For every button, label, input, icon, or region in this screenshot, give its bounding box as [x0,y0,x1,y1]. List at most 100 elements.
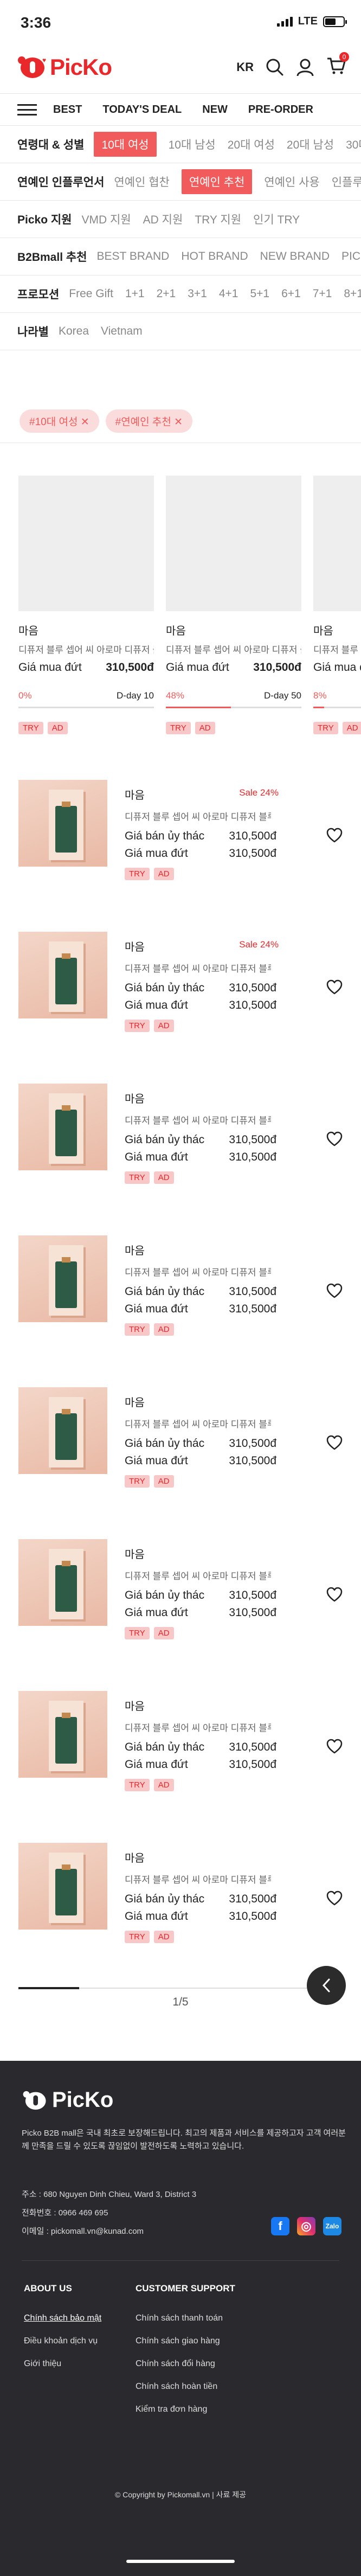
badge-ad: AD [153,1323,174,1336]
logo-text: PicKo [50,54,112,80]
product-thumbnail [18,780,107,867]
filter-option[interactable]: Free Gift [69,287,113,300]
filter-option[interactable]: 연예인 협찬 [114,174,169,190]
progress-percent: 0% [18,690,32,701]
product-row[interactable]: 마음 디퓨저 블루 셉어 씨 아로마 디퓨저 블루... Giá bán ủy th… [0,1833,361,1985]
menu-icon[interactable] [17,101,37,119]
bottle-shape [55,1413,77,1460]
featured-card[interactable]: 마음디퓨저 블루 셉어 씨 아로마 디퓨저 블루Giá mua đứt310,5… [313,476,361,734]
filter-option[interactable]: 인기 TRY [253,211,300,227]
badge-ad: AD [153,1931,174,1943]
footer-link[interactable]: Chính sách giao hàng [136,2336,235,2346]
filter-option[interactable]: 8+1 [344,287,361,300]
footer-link[interactable]: Chính sách hoàn tiền [136,2382,235,2392]
filter-option[interactable]: 2+1 [157,287,176,300]
filter-option[interactable]: 인플루 [332,174,361,190]
footer-link[interactable]: Kiểm tra đơn hàng [136,2405,235,2414]
instagram-icon[interactable]: ◎ [297,2217,315,2235]
selected-tag[interactable]: #10대 여성 ✕ [20,409,99,433]
filter-option[interactable]: PICKO [341,250,361,263]
nav-item-new[interactable]: NEW [202,104,228,116]
product-brand: 마음 [125,1853,145,1864]
footer-link[interactable]: Chính sách đổi hàng [136,2359,235,2369]
footer-link[interactable]: Chính sách bảo mật [24,2314,101,2323]
filter-option[interactable]: 10대 남성 [169,136,216,152]
cart-button[interactable]: 0 [326,52,349,78]
product-row[interactable]: 마음 디퓨저 블루 셉어 씨 아로마 디퓨저 블루... Giá bán ủy th… [0,1226,361,1377]
footer-link[interactable]: Điều khoản dịch vụ [24,2336,101,2346]
selected-tag[interactable]: #연예인 추천 ✕ [105,409,193,433]
facebook-icon[interactable]: f [271,2217,289,2235]
featured-carousel[interactable]: 마음디퓨저 블루 셉어 씨 아로마 디퓨저 블루 Giá mua đứt 310,5… [0,476,361,741]
filter-option[interactable]: 30대 [346,136,361,152]
product-row[interactable]: 마음 디퓨저 블루 셉어 씨 아로마 디퓨저 블루... Giá bán ủy th… [0,1377,361,1529]
heart-icon[interactable] [326,979,343,995]
price-value: 310,500đ [229,1589,276,1601]
filter-label: 연령대 & 성별 [17,139,85,151]
progress: 48% D-day 50 [166,690,301,708]
filter-option[interactable]: HOT BRAND [181,250,248,263]
footer-contact: 주소 : 680 Nguyen Dinh Chieu, Ward 3, Dist… [22,2186,196,2241]
filter-option[interactable]: NEW BRAND [260,250,330,263]
logo[interactable]: ♥ PicKo [16,54,112,80]
filter-option[interactable]: 연예인 사용 [264,174,319,190]
user-icon[interactable] [296,58,314,76]
filter-option[interactable]: VMD 지원 [82,211,131,227]
search-icon[interactable] [266,58,284,76]
badge-ad: AD [153,1171,174,1184]
filter-option[interactable]: 20대 여성 [228,136,275,152]
filter-option[interactable]: 7+1 [313,287,332,300]
nav-item-todays-deal[interactable]: TODAY'S DEAL [102,104,182,116]
product-brand: 마음 [125,1093,145,1105]
filter-option[interactable]: AD 지원 [143,211,183,227]
progress-track [313,707,361,708]
filter-option[interactable]: 3+1 [188,287,207,300]
nav-item-best[interactable]: BEST [53,104,82,116]
price-value: 310,500đ [229,1893,276,1905]
product-row[interactable]: 마음 Sale 24% 디퓨저 블루 셉어 씨 아로마 디퓨저 블루... Giá b… [0,922,361,1074]
zalo-icon[interactable]: Zalo [323,2217,341,2235]
filter-option[interactable]: Vietnam [101,325,143,338]
filter-option[interactable]: BEST BRAND [97,250,170,263]
price-label: Giá mua đứt [166,661,229,674]
filter-option[interactable]: 10대 여성 [94,132,157,157]
heart-icon[interactable] [326,1587,343,1602]
product-desc: 디퓨저 블루 셉어 씨 아로마 디퓨저 블루 [166,645,301,655]
status-time: 3:36 [21,14,51,31]
product-row[interactable]: 마음 Sale 24% 디퓨저 블루 셉어 씨 아로마 디퓨저 블루... Giá b… [0,770,361,922]
product-thumbnail [18,1843,107,1930]
home-indicator [126,2560,235,2563]
price-value: 310,500đ [229,1910,276,1923]
product-desc: 디퓨저 블루 셉어 씨 아로마 디퓨저 블루... [125,1419,271,1430]
heart-icon[interactable] [326,828,343,843]
filter-option[interactable]: 1+1 [125,287,145,300]
language-switch[interactable]: KR [236,60,254,74]
filter-option[interactable]: 4+1 [219,287,238,300]
heart-icon[interactable] [326,1435,343,1450]
filter-label: 연예인 인플루언서 [17,176,105,189]
heart-icon[interactable] [326,1131,343,1146]
price-line: Giá mua đứt310,500đ [313,661,361,674]
filter-option[interactable]: 6+1 [281,287,301,300]
product-row[interactable]: 마음 디퓨저 블루 셉어 씨 아로마 디퓨저 블루... Giá bán ủy th… [0,1681,361,1833]
footer-link[interactable]: Giới thiệu [24,2359,101,2369]
badge-ad: AD [153,868,174,880]
badge-group: TRY AD [125,1627,174,1639]
heart-icon[interactable] [326,1739,343,1754]
footer-divider [22,2260,339,2261]
product-brand: 마음 [125,1701,145,1713]
product-row[interactable]: 마음 디퓨저 블루 셉어 씨 아로마 디퓨저 블루... Giá bán ủy th… [0,1074,361,1226]
footer-link[interactable]: Chính sách thanh toán [136,2314,235,2323]
featured-card[interactable]: 마음디퓨저 블루 셉어 씨 아로마 디퓨저 블루Giá mua đứt310,5… [166,476,301,734]
featured-card[interactable]: 마음디퓨저 블루 셉어 씨 아로마 디퓨저 블루Giá mua đứt310,5… [18,476,154,734]
filter-option[interactable]: 5+1 [250,287,269,300]
filter-option[interactable]: Korea [59,325,89,338]
filter-row: 연령대 & 성별 10대 여성 10대 남성 20대 여성 20대 남성 30대 [0,126,361,163]
heart-icon[interactable] [326,1891,343,1906]
filter-option[interactable]: TRY 지원 [195,211,241,227]
product-row[interactable]: 마음 디퓨저 블루 셉어 씨 아로마 디퓨저 블루... Giá bán ủy th… [0,1529,361,1681]
heart-icon[interactable] [326,1283,343,1298]
filter-option[interactable]: 연예인 추천 [181,169,253,194]
nav-item-pre-order[interactable]: PRE-ORDER [248,104,313,116]
filter-option[interactable]: 20대 남성 [287,136,334,152]
